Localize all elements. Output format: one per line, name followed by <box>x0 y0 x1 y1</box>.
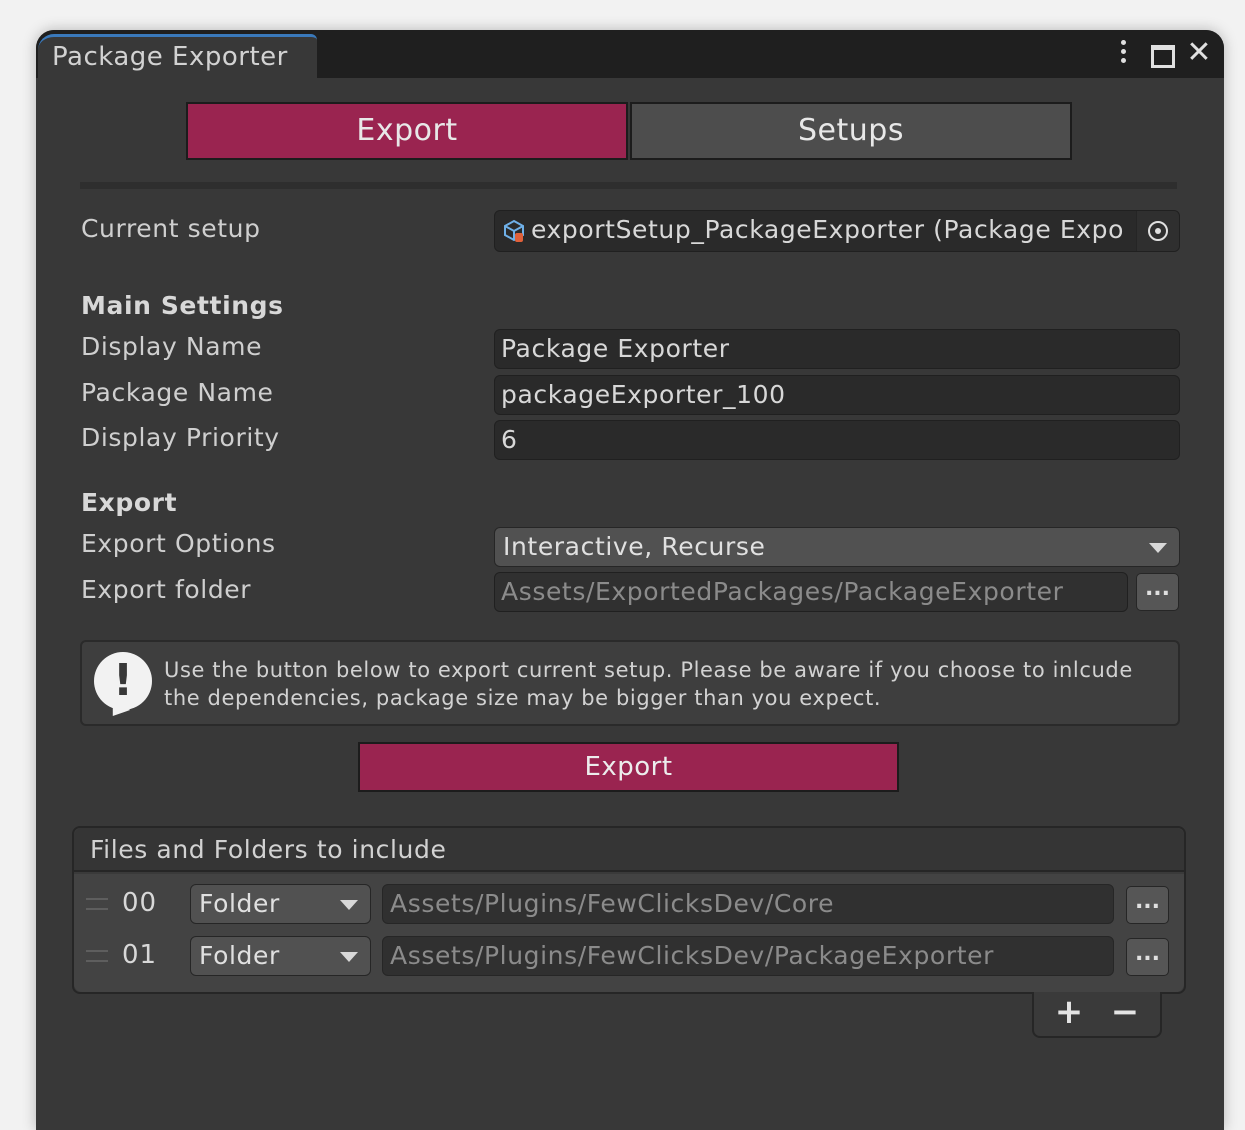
drag-handle-icon[interactable] <box>86 950 108 962</box>
entry-type-value: Folder <box>199 941 280 970</box>
package-name-input[interactable]: packageExporter_100 <box>494 375 1180 415</box>
browse-export-folder-button[interactable]: ... <box>1136 573 1179 611</box>
main-settings-heading: Main Settings <box>81 291 284 320</box>
maximize-icon[interactable] <box>1150 36 1176 68</box>
list-footer: + − <box>1032 992 1162 1038</box>
files-list: Files and Folders to include 00 Folder A… <box>72 826 1186 994</box>
display-priority-input[interactable]: 6 <box>494 420 1180 460</box>
help-text-line-1: Use the button below to export current s… <box>164 658 1133 682</box>
help-box: ! Use the button below to export current… <box>80 640 1180 726</box>
divider <box>80 182 1177 189</box>
help-text-line-2: the dependencies, package size may be bi… <box>164 686 882 710</box>
entry-type-value: Folder <box>199 889 280 918</box>
drag-handle-icon[interactable] <box>86 898 108 910</box>
package-name-label: Package Name <box>81 378 274 407</box>
close-icon[interactable]: ✕ <box>1184 36 1214 70</box>
entry-type-dropdown[interactable]: Folder <box>190 936 371 976</box>
help-text: Use the button below to export current s… <box>164 656 1164 712</box>
add-entry-button[interactable]: + <box>1044 992 1094 1032</box>
entry-path-field: Assets/Plugins/FewClicksDev/Core <box>382 884 1114 924</box>
export-heading: Export <box>81 488 178 517</box>
files-list-header: Files and Folders to include <box>74 828 1184 872</box>
display-name-label: Display Name <box>81 332 263 361</box>
list-item: 01 Folder Assets/Plugins/FewClicksDev/Pa… <box>74 934 1184 978</box>
current-setup-field[interactable]: exportSetup_PackageExporter (Package Exp… <box>494 210 1180 252</box>
window-titlebar: Package Exporter ✕ <box>36 30 1224 78</box>
export-options-dropdown[interactable]: Interactive, Recurse <box>494 527 1180 567</box>
more-options-icon[interactable] <box>1112 36 1134 63</box>
chevron-down-icon <box>340 952 358 962</box>
export-options-label: Export Options <box>81 529 276 558</box>
entry-type-dropdown[interactable]: Folder <box>190 884 371 924</box>
files-list-body: 00 Folder Assets/Plugins/FewClicksDev/Co… <box>74 874 1184 992</box>
tab-setups[interactable]: Setups <box>630 102 1072 160</box>
entry-path-field: Assets/Plugins/FewClicksDev/PackageExpor… <box>382 936 1114 976</box>
window-title-tab[interactable]: Package Exporter <box>38 34 317 78</box>
display-priority-label: Display Priority <box>81 423 280 452</box>
scriptable-object-icon <box>504 219 524 242</box>
tab-export[interactable]: Export <box>186 102 628 160</box>
chevron-down-icon <box>340 900 358 910</box>
list-item: 00 Folder Assets/Plugins/FewClicksDev/Co… <box>74 882 1184 926</box>
row-index: 00 <box>122 888 158 918</box>
chevron-down-icon <box>1149 543 1167 553</box>
current-setup-label: Current setup <box>81 214 261 243</box>
package-exporter-window: Package Exporter ✕ Export Setups Current… <box>36 30 1224 1130</box>
main-tabbar: Export Setups <box>186 102 1072 160</box>
display-name-input[interactable]: Package Exporter <box>494 329 1180 369</box>
remove-entry-button[interactable]: − <box>1100 992 1150 1032</box>
object-picker-icon[interactable] <box>1136 211 1179 251</box>
current-setup-value: exportSetup_PackageExporter (Package Exp… <box>531 215 1124 244</box>
row-index: 01 <box>122 940 158 970</box>
warning-speech-icon: ! <box>94 652 152 710</box>
export-folder-field: Assets/ExportedPackages/PackageExporter <box>494 572 1128 612</box>
export-folder-label: Export folder <box>81 575 252 604</box>
export-button[interactable]: Export <box>358 742 899 792</box>
browse-entry-button[interactable]: ... <box>1126 938 1169 976</box>
export-options-value: Interactive, Recurse <box>503 532 766 561</box>
browse-entry-button[interactable]: ... <box>1126 886 1169 924</box>
